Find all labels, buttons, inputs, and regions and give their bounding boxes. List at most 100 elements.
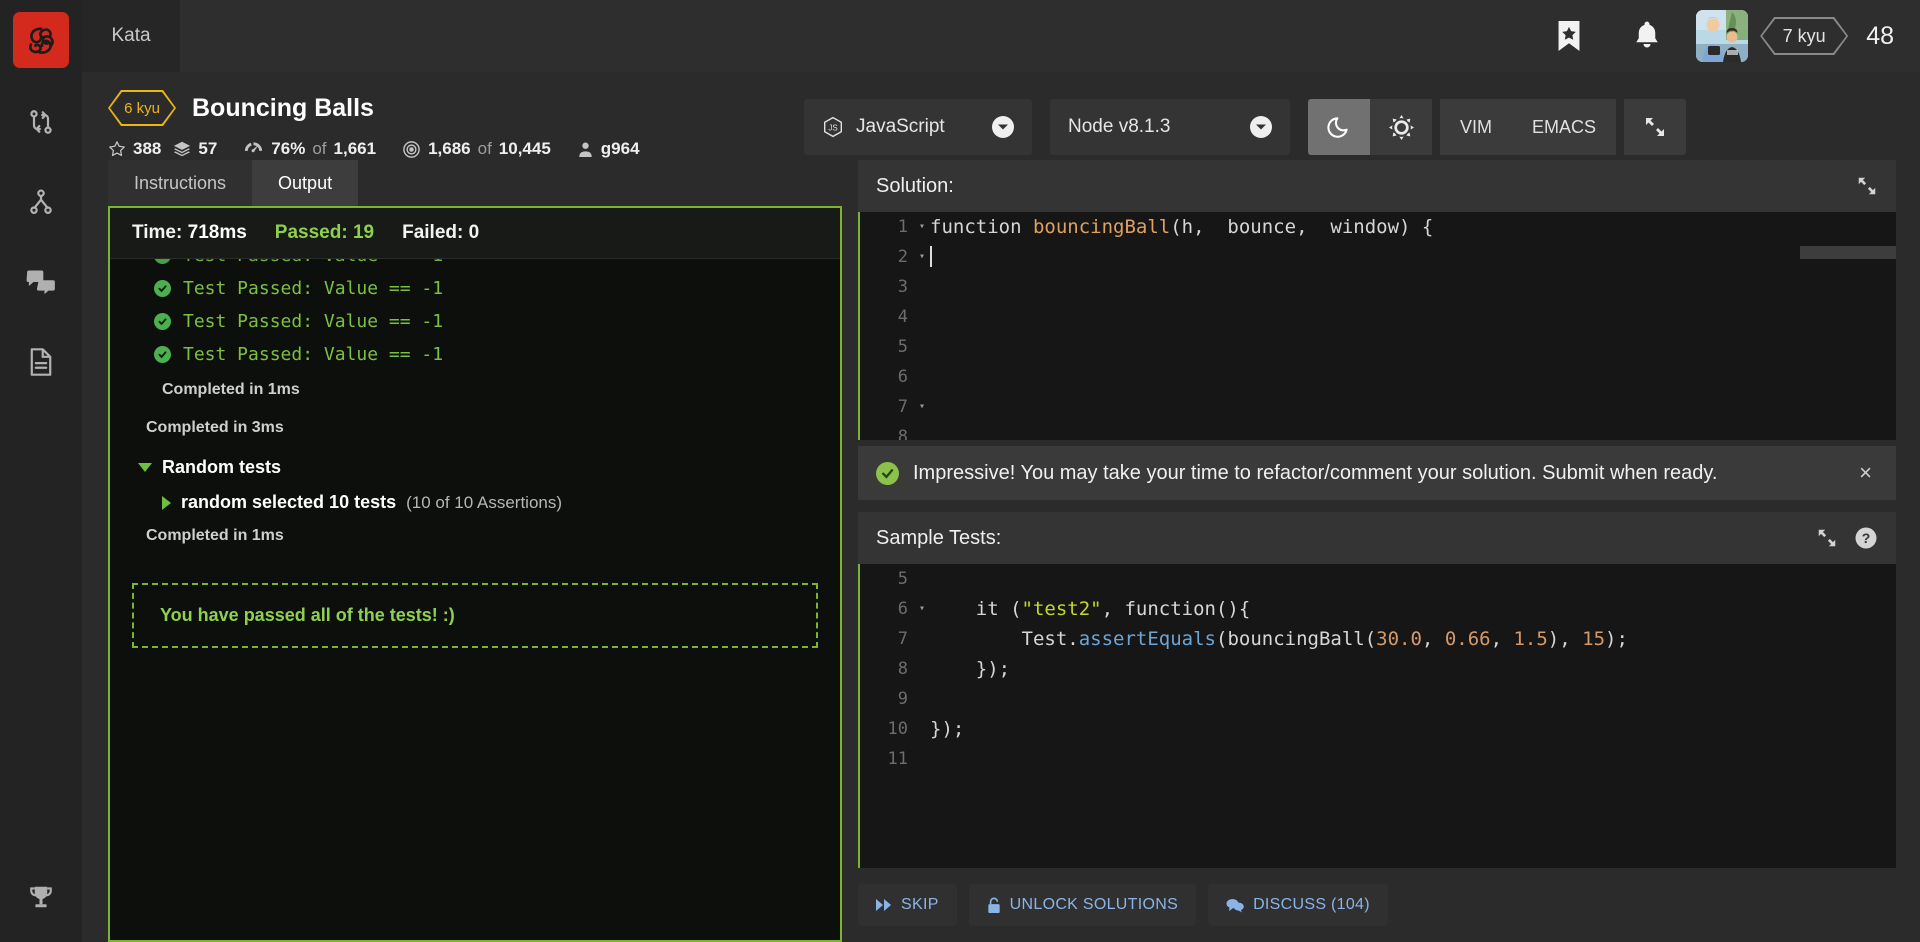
user-rank-badge[interactable]: 7 kyu	[1760, 17, 1848, 55]
line-number: 10	[860, 714, 914, 744]
line-number: 2	[860, 242, 914, 272]
output-line-text: Test Passed: Value == -1	[183, 278, 443, 299]
fast-forward-icon	[876, 898, 892, 912]
stat-satisfaction-total: 1,661	[334, 139, 377, 159]
theme-light-button[interactable]	[1370, 99, 1432, 155]
tab-instructions[interactable]: Instructions	[108, 160, 252, 206]
check-circle-icon	[154, 346, 171, 363]
stat-satisfaction: 76% of 1,661	[243, 139, 376, 159]
theme-dark-button[interactable]	[1308, 99, 1370, 155]
document-icon	[27, 347, 55, 377]
sample-test-code-row: 10});	[860, 714, 1896, 744]
keybinding-emacs-button[interactable]: EMACS	[1512, 99, 1616, 155]
language-select[interactable]: JS JavaScript	[804, 99, 1032, 155]
line-number: 9	[860, 684, 914, 714]
kata-header: 6 kyu Bouncing Balls 388	[82, 72, 1920, 160]
codewars-kata-trainer: Kata	[0, 0, 1920, 942]
main-column: Kata	[82, 0, 1920, 942]
line-number: 7	[860, 624, 914, 654]
solution-panel: Solution: 1▾function bouncingBall(h, bou…	[858, 160, 1896, 440]
javascript-icon: JS	[822, 116, 844, 138]
expand-icon	[1816, 527, 1838, 549]
avatar[interactable]	[1696, 10, 1748, 62]
code-fold-toggle	[914, 362, 930, 392]
left-sidebar	[0, 0, 82, 942]
code-text: it ("test2", function(){	[930, 594, 1250, 624]
sample-tests-panel-title: Sample Tests:	[876, 527, 1001, 550]
output-log[interactable]: Test Passed: Value == -1 Test Passed: Val…	[110, 259, 840, 940]
language-select-label: JavaScript	[856, 116, 980, 138]
code-fold-toggle[interactable]: ▾	[914, 242, 930, 272]
output-group-label: Random tests	[162, 457, 281, 478]
codewars-logo[interactable]	[13, 12, 69, 68]
stat-collections-value: 57	[198, 139, 217, 159]
line-number: 7	[860, 392, 914, 422]
svg-text:JS: JS	[828, 124, 837, 133]
output-group-toggle[interactable]: random selected 10 tests(10 of 10 Assert…	[110, 482, 840, 517]
discuss-button-label: DISCUSS (104)	[1253, 896, 1370, 914]
summary-failed-value: 0	[469, 222, 480, 243]
solution-code-row: 5	[860, 332, 1896, 362]
stat-satisfaction-pct: 76%	[271, 139, 305, 159]
output-group-label: random selected 10 tests	[181, 492, 396, 513]
solution-expand-button[interactable]	[1856, 175, 1878, 197]
sidebar-item-compare-solutions[interactable]	[21, 102, 61, 142]
expand-icon	[1856, 175, 1878, 197]
summary-failed: Failed: 0	[402, 222, 479, 244]
solution-code-row: 3	[860, 272, 1896, 302]
code-fold-toggle[interactable]: ▾	[914, 392, 930, 422]
stat-stars: 388	[108, 139, 161, 159]
toggle-separator	[1432, 99, 1440, 155]
caret-right-icon	[162, 496, 171, 510]
sample-tests-code-editor[interactable]: 56▾ it ("test2", function(){7 Test.asser…	[858, 564, 1896, 868]
sample-tests-help-button[interactable]: ?	[1854, 526, 1878, 550]
output-line-text: Test Passed: Value == -1	[183, 344, 443, 365]
question-mark-icon: ?	[1854, 526, 1878, 550]
bookmark-button[interactable]	[1530, 0, 1608, 72]
fullscreen-button[interactable]	[1624, 99, 1686, 155]
sidebar-item-discussions[interactable]	[21, 262, 61, 302]
sidebar-item-fork-kata[interactable]	[21, 182, 61, 222]
tab-output[interactable]: Output	[252, 160, 358, 206]
summary-failed-label: Failed:	[402, 222, 463, 243]
unlock-solutions-button[interactable]: UNLOCK SOLUTIONS	[969, 884, 1196, 926]
line-number: 5	[860, 564, 914, 594]
solution-code-editor[interactable]: 1▾function bouncingBall(h, bounce, windo…	[858, 212, 1896, 440]
stat-author[interactable]: g964	[577, 139, 640, 159]
skip-button[interactable]: SKIP	[858, 884, 957, 926]
runtime-select[interactable]: Node v8.1.3	[1050, 99, 1290, 155]
keybinding-vim-button[interactable]: VIM	[1440, 99, 1512, 155]
tab-kata[interactable]: Kata	[82, 0, 180, 72]
sidebar-icon-list	[21, 102, 61, 382]
chat-bubbles-icon	[26, 268, 56, 296]
editor-scrollbar[interactable]	[1800, 246, 1896, 259]
code-fold-toggle	[914, 684, 930, 714]
code-fold-toggle	[914, 272, 930, 302]
sample-tests-expand-button[interactable]	[1816, 527, 1838, 549]
stat-completed: 1,686 of 10,445	[402, 139, 551, 159]
sample-test-code-row: 8 });	[860, 654, 1896, 684]
sidebar-item-documentation[interactable]	[21, 342, 61, 382]
success-notice-text: Impressive! You may take your time to re…	[913, 462, 1717, 485]
layers-icon	[173, 140, 191, 158]
kata-title-row: 6 kyu Bouncing Balls	[108, 90, 782, 126]
output-line-pass: Test Passed: Value == -1	[110, 272, 840, 305]
discuss-button[interactable]: DISCUSS (104)	[1208, 884, 1388, 926]
sun-icon	[1388, 114, 1415, 141]
solution-code-row: 6	[860, 362, 1896, 392]
unlock-solutions-button-label: UNLOCK SOLUTIONS	[1010, 896, 1178, 914]
output-line-pass: Test Passed: Value == -1	[110, 305, 840, 338]
stat-satisfaction-of: of	[312, 139, 326, 159]
sidebar-item-leaderboard[interactable]	[21, 878, 61, 918]
summary-passed-label: Passed:	[275, 222, 348, 243]
code-fold-toggle[interactable]: ▾	[914, 212, 930, 242]
solution-code-row: 1▾function bouncingBall(h, bounce, windo…	[860, 212, 1896, 242]
page-title: Bouncing Balls	[192, 94, 374, 123]
output-console: Time: 718ms Passed: 19 Failed: 0	[108, 206, 842, 942]
all-tests-passed-banner: You have passed all of the tests! :)	[132, 583, 818, 648]
code-fold-toggle[interactable]: ▾	[914, 594, 930, 624]
output-group-toggle[interactable]: Random tests	[110, 447, 840, 482]
check-circle-icon	[154, 259, 171, 264]
close-icon[interactable]: ×	[1853, 460, 1878, 486]
notifications-button[interactable]	[1608, 0, 1686, 72]
